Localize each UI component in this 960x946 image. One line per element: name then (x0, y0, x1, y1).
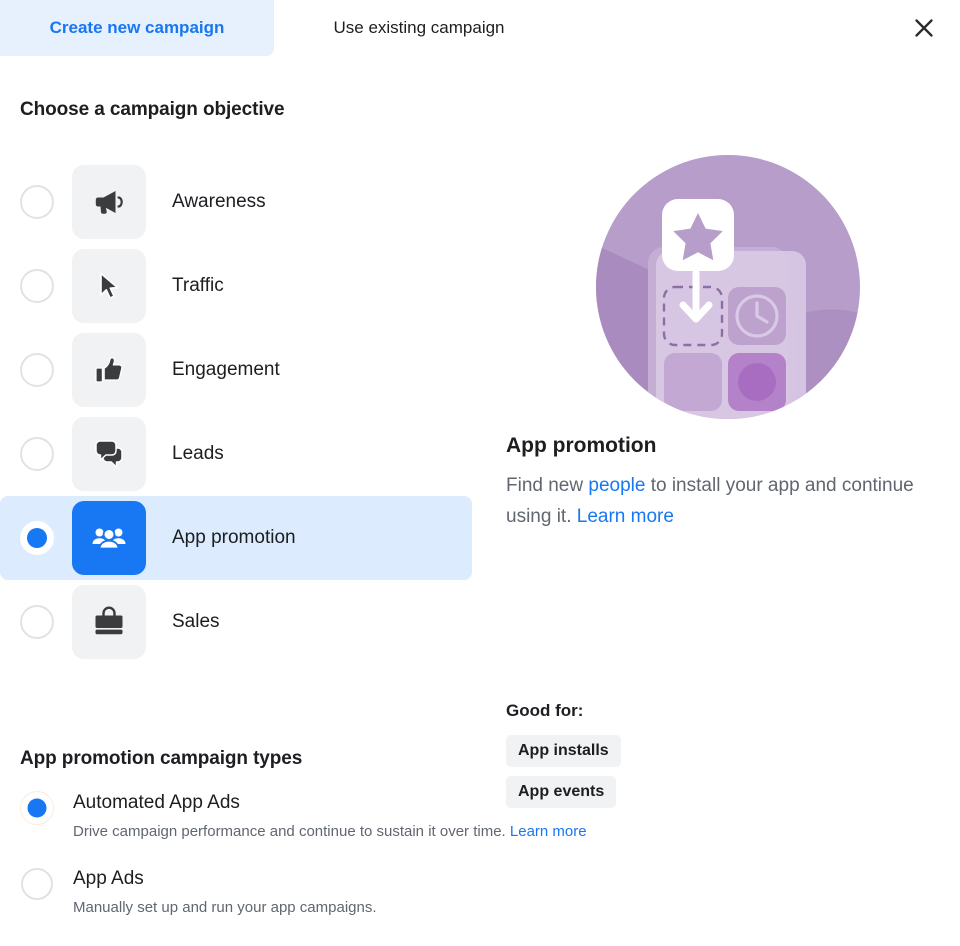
cursor-icon-tile (72, 249, 146, 323)
speech-bubbles-icon-tile (72, 417, 146, 491)
cursor-icon (91, 268, 127, 304)
close-button[interactable] (904, 8, 944, 48)
objective-row-traffic[interactable]: Traffic (0, 244, 472, 328)
objective-row-engagement[interactable]: Engagement (0, 328, 472, 412)
objective-label-traffic: Traffic (172, 275, 224, 296)
people-group-icon (91, 520, 127, 556)
objective-label-awareness: Awareness (172, 191, 266, 212)
campaign-type-row-automated-app-ads[interactable]: Automated App Ads Drive campaign perform… (0, 790, 960, 842)
objective-label-sales: Sales (172, 611, 220, 632)
radio-app-promotion[interactable] (20, 521, 54, 555)
campaign-type-text-app-ads: App Ads Manually set up and run your app… (73, 866, 377, 918)
objective-row-app-promotion[interactable]: App promotion (0, 496, 472, 580)
objective-label-engagement: Engagement (172, 359, 280, 380)
tab-create-new-campaign-label: Create new campaign (49, 18, 225, 37)
campaign-types-title: App promotion campaign types (20, 748, 303, 769)
radio-awareness[interactable] (20, 185, 54, 219)
objective-row-awareness[interactable]: Awareness (0, 160, 472, 244)
campaign-objective-dialog: Create new campaign Use existing campaig… (0, 0, 960, 946)
radio-app-ads[interactable] (21, 868, 53, 900)
chip-row-app-installs: App installs (506, 735, 621, 776)
tab-use-existing-campaign[interactable]: Use existing campaign (274, 0, 564, 56)
campaign-type-row-app-ads[interactable]: App Ads Manually set up and run your app… (0, 866, 960, 918)
campaign-type-desc-text-automated: Drive campaign performance and continue … (73, 823, 510, 840)
detail-title: App promotion (506, 434, 657, 457)
campaign-type-text-automated-app-ads: Automated App Ads Drive campaign perform… (73, 790, 587, 842)
thumbs-up-icon-tile (72, 333, 146, 407)
people-link[interactable]: people (588, 475, 645, 496)
objective-label-app-promotion: App promotion (172, 527, 296, 548)
speech-bubbles-icon (91, 436, 127, 472)
megaphone-icon (91, 184, 127, 220)
learn-more-link-detail[interactable]: Learn more (577, 506, 674, 527)
radio-automated-app-ads[interactable] (21, 792, 53, 824)
radio-traffic[interactable] (20, 269, 54, 303)
people-group-icon-tile (72, 501, 146, 575)
objective-list: Awareness Traffic Engagement Leads App p… (0, 160, 472, 664)
campaign-type-name-app-ads: App Ads (73, 868, 144, 889)
chip-app-installs: App installs (506, 735, 621, 767)
radio-sales[interactable] (20, 605, 54, 639)
shopping-bag-icon (91, 604, 127, 640)
objective-label-leads: Leads (172, 443, 224, 464)
app-install-illustration (596, 155, 860, 419)
campaign-type-desc-automated-app-ads: Drive campaign performance and continue … (73, 822, 587, 842)
detail-description: Find new people to install your app and … (506, 470, 914, 532)
campaign-types-list: Automated App Ads Drive campaign perform… (0, 790, 960, 942)
campaign-type-desc-app-ads: Manually set up and run your app campaig… (73, 899, 377, 916)
objective-section-title: Choose a campaign objective (20, 99, 285, 120)
app-install-illustration-wrap (596, 155, 860, 419)
shopping-bag-icon-tile (72, 585, 146, 659)
radio-leads[interactable] (20, 437, 54, 471)
tab-create-new-campaign[interactable]: Create new campaign (0, 0, 274, 56)
tab-use-existing-campaign-label: Use existing campaign (333, 18, 505, 37)
objective-row-leads[interactable]: Leads (0, 412, 472, 496)
thumbs-up-icon (91, 352, 127, 388)
detail-desc-part1: Find new (506, 475, 589, 496)
objective-row-sales[interactable]: Sales (0, 580, 472, 664)
close-icon (912, 16, 936, 40)
campaign-type-name-automated-app-ads: Automated App Ads (73, 792, 240, 813)
learn-more-link-automated[interactable]: Learn more (510, 823, 587, 840)
radio-engagement[interactable] (20, 353, 54, 387)
dialog-tabbar: Create new campaign Use existing campaig… (0, 0, 960, 56)
megaphone-icon-tile (72, 165, 146, 239)
good-for-label: Good for: (506, 701, 584, 720)
